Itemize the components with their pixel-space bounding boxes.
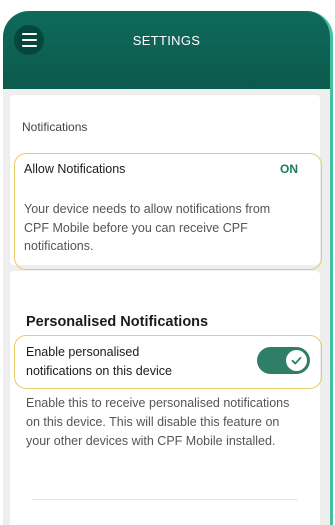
allow-notifications-status: ON: [280, 162, 298, 176]
enable-personalised-label: Enable personalised notifications on thi…: [26, 345, 172, 378]
notifications-section-label: Notifications: [22, 120, 88, 134]
settings-content: Notifications Allow Notifications ON You…: [10, 95, 322, 525]
toggle-knob: [286, 350, 307, 371]
allow-notifications-row[interactable]: Allow Notifications ON: [24, 162, 298, 176]
personalised-notifications-title: Personalised Notifications: [26, 314, 209, 330]
enable-personalised-description: Enable this to receive personalised noti…: [26, 396, 290, 448]
allow-notifications-label: Allow Notifications: [24, 162, 126, 176]
checkmark-icon: [291, 356, 302, 365]
personalised-notifications-toggle[interactable]: [257, 347, 310, 374]
allow-notifications-description: Your device needs to allow notifications…: [24, 202, 271, 253]
page-title: SETTINGS: [132, 33, 201, 48]
app-screen: SETTINGS Notifications Allow Notificatio…: [3, 11, 333, 525]
app-header: SETTINGS: [3, 11, 330, 89]
divider: [32, 499, 298, 500]
